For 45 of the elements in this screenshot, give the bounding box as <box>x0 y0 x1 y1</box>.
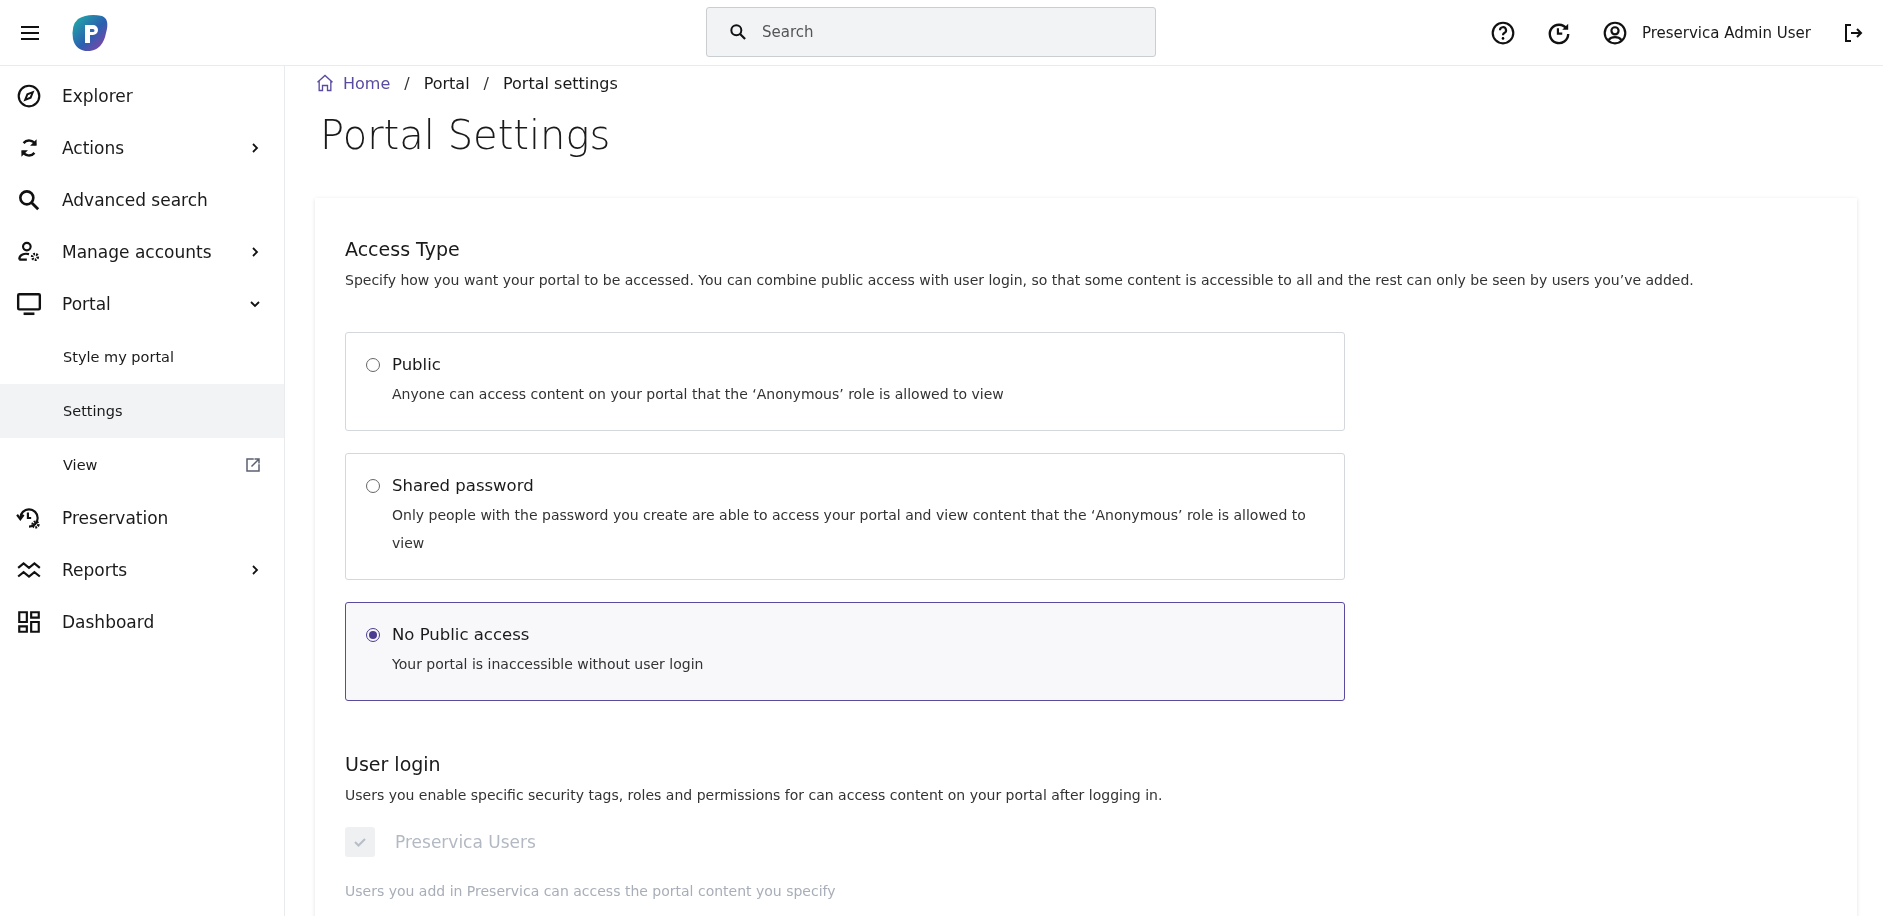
sidebar-subitem[interactable]: View <box>0 438 284 492</box>
option-description: Anyone can access content on your portal that the ‘Anonymous’ role is allowed to view <box>392 385 1004 404</box>
option-title: Public <box>392 355 442 374</box>
monitor-icon <box>16 291 42 317</box>
user-avatar-icon[interactable] <box>1601 19 1628 46</box>
search-icon <box>728 22 748 42</box>
option-title: Shared password <box>392 476 535 495</box>
sidebar-item[interactable]: Dashboard <box>0 596 284 648</box>
breadcrumb-separator: / <box>404 73 410 93</box>
preservation-icon <box>16 505 42 531</box>
section-description: Users you enable specific security tags, roles and permissions for can access content on your portal after logging in. <box>345 787 1164 803</box>
sidebar-item[interactable]: Explorer <box>0 70 284 122</box>
sidebar-item[interactable]: Reports <box>0 544 284 596</box>
option-description: Only people with the password you create are able to access your portal and view content that the ‘Anonymous’ role is allowed to view <box>392 506 1307 553</box>
sidebar-item[interactable]: Manage accounts <box>0 226 284 278</box>
access-option[interactable]: Shared password Only people with the password you create are able to access your portal and view content that the ‘Anonymous’ role is allowed to view <box>345 453 1345 580</box>
external-link-icon <box>244 456 262 474</box>
section-description: Specify how you want your portal to be accessed. You can combine public access with user login, so that some content is accessible to all and the rest can only be seen by users you’ve added. <box>345 272 1695 288</box>
sidebar-item[interactable]: Advanced search <box>0 174 284 226</box>
sidebar-subitem[interactable]: Style my portal <box>0 330 284 384</box>
section-heading: User login <box>345 753 442 775</box>
sidebar-item[interactable]: Portal <box>0 278 284 330</box>
help-icon[interactable] <box>1489 19 1516 46</box>
dashboard-icon <box>16 609 42 635</box>
checkbox-description: Users you add in Preservica can access the portal content you specify <box>345 883 837 899</box>
breadcrumb-link[interactable]: Home <box>343 73 391 93</box>
sidebar-subitem[interactable]: Settings <box>0 384 284 438</box>
compass-icon <box>16 83 42 109</box>
option-title: No Public access <box>392 625 531 644</box>
home-icon[interactable] <box>315 73 335 93</box>
search-icon <box>16 187 42 213</box>
sidebar-item[interactable]: Preservation <box>0 492 284 544</box>
checkbox-label: Preservica Users <box>395 832 536 852</box>
access-option[interactable]: Public Anyone can access content on your portal that the ‘Anonymous’ role is allowed to view <box>345 332 1345 431</box>
option-description: Your portal is inaccessible without user login <box>392 655 704 674</box>
section-heading: Access Type <box>345 238 461 260</box>
breadcrumb-link[interactable]: Portal settings <box>503 73 618 93</box>
user-name[interactable]: Preservica Admin User <box>1641 23 1811 42</box>
logo-icon[interactable] <box>70 12 110 53</box>
sidebar-item[interactable]: Actions <box>0 122 284 174</box>
access-option[interactable]: No Public access Your portal is inaccessible without user login <box>345 602 1345 701</box>
search-field[interactable]: Search <box>706 7 1156 57</box>
page-title: Portal Settings <box>320 112 612 158</box>
breadcrumb-link[interactable]: Portal <box>423 73 470 93</box>
breadcrumb-separator: / <box>483 73 489 93</box>
